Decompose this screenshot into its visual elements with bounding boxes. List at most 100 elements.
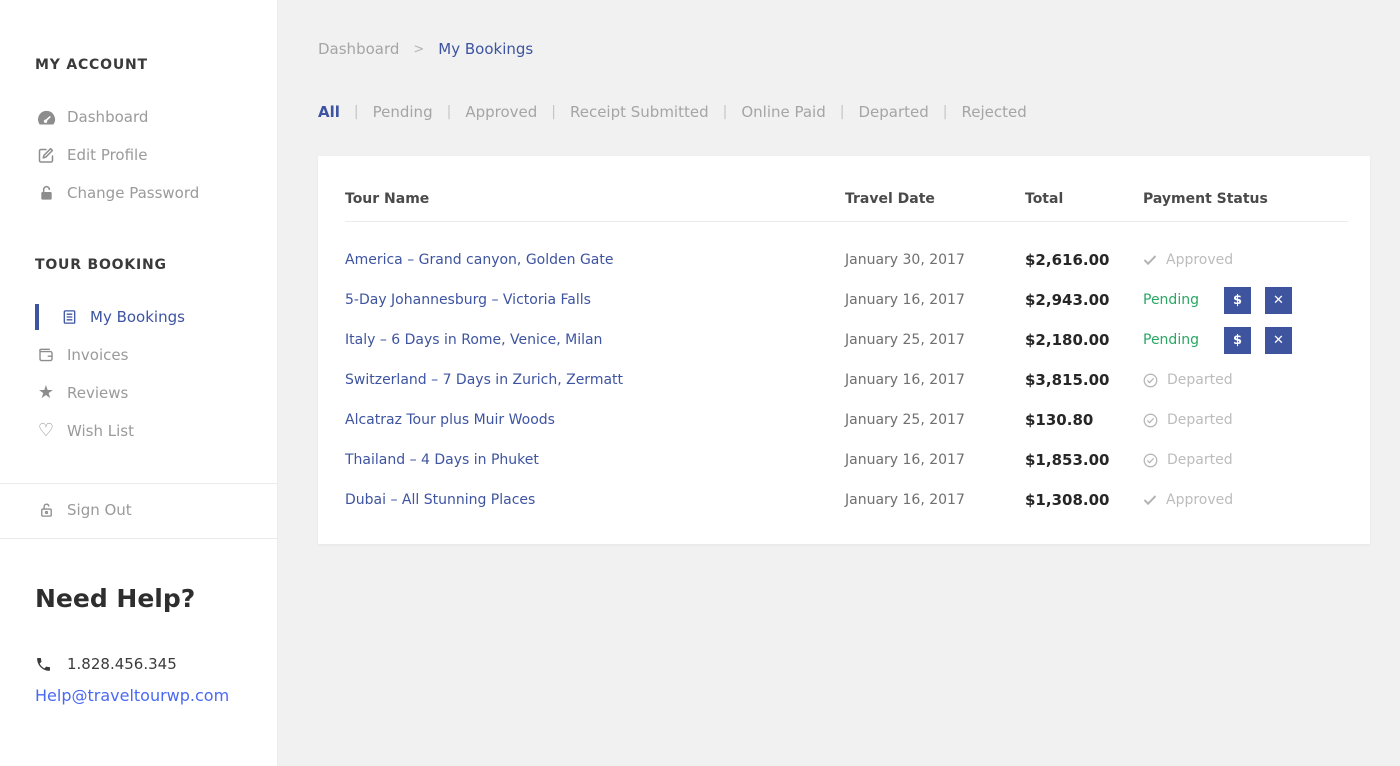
table-row: Switzerland – 7 Days in Zurich, Zermatt … xyxy=(345,360,1348,400)
table-row: 5-Day Johannesburg – Victoria Falls Janu… xyxy=(345,280,1348,320)
cancel-booking-button[interactable]: ✕ xyxy=(1265,287,1292,314)
star-icon: ★ xyxy=(35,384,57,402)
tour-link[interactable]: Alcatraz Tour plus Muir Woods xyxy=(345,412,555,428)
sidebar-item-label: Invoices xyxy=(67,346,128,364)
filter-separator: | xyxy=(840,104,845,120)
tour-link[interactable]: 5-Day Johannesburg – Victoria Falls xyxy=(345,292,591,308)
tour-link[interactable]: America – Grand canyon, Golden Gate xyxy=(345,252,613,268)
cancel-booking-button[interactable]: ✕ xyxy=(1265,327,1292,354)
payment-status: Departed xyxy=(1143,452,1348,468)
status-label: Pending xyxy=(1143,292,1199,308)
bookings-icon xyxy=(58,308,80,326)
sidebar-item-change-password[interactable]: Change Password xyxy=(0,174,277,212)
sidebar-item-reviews[interactable]: ★ Reviews xyxy=(0,374,277,412)
check-circle-icon xyxy=(1143,453,1158,468)
sidebar-item-edit-profile[interactable]: Edit Profile xyxy=(0,136,277,174)
invoice-icon xyxy=(35,346,57,364)
close-icon: ✕ xyxy=(1273,294,1284,307)
close-icon: ✕ xyxy=(1273,334,1284,347)
sidebar-item-wish-list[interactable]: ♡ Wish List xyxy=(0,412,277,450)
table-row: Alcatraz Tour plus Muir Woods January 25… xyxy=(345,400,1348,440)
payment-status: Pending $ ✕ xyxy=(1143,327,1348,354)
active-indicator xyxy=(35,304,39,330)
filter-tab-receipt-submitted[interactable]: Receipt Submitted xyxy=(570,103,709,121)
travel-date: January 16, 2017 xyxy=(845,492,1025,508)
travel-date: January 30, 2017 xyxy=(845,252,1025,268)
sidebar-divider xyxy=(0,483,277,484)
filter-tab-online-paid[interactable]: Online Paid xyxy=(741,103,825,121)
filter-separator: | xyxy=(447,104,452,120)
sidebar-item-label: Edit Profile xyxy=(67,146,147,164)
sidebar-heading-my-account: MY ACCOUNT xyxy=(35,57,277,77)
sidebar-item-label: Sign Out xyxy=(67,501,132,519)
travel-date: January 16, 2017 xyxy=(845,292,1025,308)
main-content: Dashboard > My Bookings All | Pending | … xyxy=(278,0,1400,544)
sidebar-item-label: Reviews xyxy=(67,384,128,402)
sidebar-item-dashboard[interactable]: Dashboard xyxy=(0,98,277,136)
heart-icon: ♡ xyxy=(35,422,57,440)
status-label: Approved xyxy=(1166,252,1233,268)
total-amount: $130.80 xyxy=(1025,411,1143,429)
check-circle-icon xyxy=(1143,373,1158,388)
filter-tab-rejected[interactable]: Rejected xyxy=(961,103,1026,121)
travel-date: January 16, 2017 xyxy=(845,372,1025,388)
filter-tab-approved[interactable]: Approved xyxy=(465,103,537,121)
sidebar-item-my-bookings[interactable]: My Bookings xyxy=(0,298,277,336)
filter-tab-all[interactable]: All xyxy=(318,103,340,121)
check-icon xyxy=(1143,493,1157,507)
phone-icon xyxy=(35,656,52,673)
help-phone-row: 1.828.456.345 xyxy=(35,655,277,673)
tour-link[interactable]: Italy – 6 Days in Rome, Venice, Milan xyxy=(345,332,602,348)
dollar-icon: $ xyxy=(1233,334,1242,347)
filter-separator: | xyxy=(723,104,728,120)
chevron-right-icon: > xyxy=(413,42,424,57)
status-label: Approved xyxy=(1166,492,1233,508)
column-header-payment-status: Payment Status xyxy=(1143,191,1348,207)
help-phone-number: 1.828.456.345 xyxy=(67,655,177,673)
filter-separator: | xyxy=(943,104,948,120)
tour-link[interactable]: Thailand – 4 Days in Phuket xyxy=(345,452,539,468)
table-row: Italy – 6 Days in Rome, Venice, Milan Ja… xyxy=(345,320,1348,360)
check-icon xyxy=(1143,253,1157,267)
payment-status: Departed xyxy=(1143,412,1348,428)
need-help-block: Need Help? 1.828.456.345 Help@traveltour… xyxy=(35,584,277,705)
edit-icon xyxy=(35,146,57,164)
sidebar-heading-tour-booking: TOUR BOOKING xyxy=(35,257,277,277)
table-row: Dubai – All Stunning Places January 16, … xyxy=(345,480,1348,520)
total-amount: $1,308.00 xyxy=(1025,491,1143,509)
sidebar-item-label: Wish List xyxy=(67,422,134,440)
filter-separator: | xyxy=(354,104,359,120)
dollar-icon: $ xyxy=(1233,294,1242,307)
sidebar-item-label: Dashboard xyxy=(67,108,148,126)
tour-link[interactable]: Dubai – All Stunning Places xyxy=(345,492,535,508)
payment-status: Approved xyxy=(1143,492,1348,508)
pay-button[interactable]: $ xyxy=(1224,327,1251,354)
status-label: Departed xyxy=(1167,412,1233,428)
help-email-link[interactable]: Help@traveltourwp.com xyxy=(35,686,229,705)
column-header-tour-name: Tour Name xyxy=(345,191,845,207)
total-amount: $2,943.00 xyxy=(1025,291,1143,309)
pay-button[interactable]: $ xyxy=(1224,287,1251,314)
sidebar-item-invoices[interactable]: Invoices xyxy=(0,336,277,374)
breadcrumb-current: My Bookings xyxy=(438,40,533,58)
table-row: Thailand – 4 Days in Phuket January 16, … xyxy=(345,440,1348,480)
total-amount: $3,815.00 xyxy=(1025,371,1143,389)
need-help-heading: Need Help? xyxy=(35,584,277,613)
column-header-total: Total xyxy=(1025,191,1143,207)
bookings-table-card: Tour Name Travel Date Total Payment Stat… xyxy=(318,156,1370,544)
column-header-travel-date: Travel Date xyxy=(845,191,1025,207)
tour-link[interactable]: Switzerland – 7 Days in Zurich, Zermatt xyxy=(345,372,623,388)
status-label: Departed xyxy=(1167,452,1233,468)
dashboard-icon xyxy=(35,109,57,126)
travel-date: January 16, 2017 xyxy=(845,452,1025,468)
unlock-icon xyxy=(35,501,57,519)
check-circle-icon xyxy=(1143,413,1158,428)
filter-tab-departed[interactable]: Departed xyxy=(858,103,928,121)
payment-status: Departed xyxy=(1143,372,1348,388)
status-label: Pending xyxy=(1143,332,1199,348)
breadcrumb-dashboard[interactable]: Dashboard xyxy=(318,40,399,58)
sidebar-item-label: My Bookings xyxy=(90,308,185,326)
breadcrumb: Dashboard > My Bookings xyxy=(318,40,1370,58)
sidebar-item-sign-out[interactable]: Sign Out xyxy=(0,491,277,529)
filter-tab-pending[interactable]: Pending xyxy=(373,103,433,121)
